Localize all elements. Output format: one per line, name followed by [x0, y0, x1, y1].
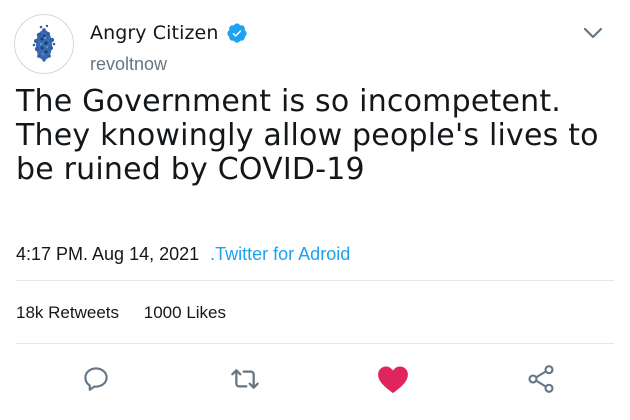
likes-count: 1000 [143, 303, 182, 322]
retweets-stat[interactable]: 18k Retweets [16, 303, 119, 323]
avatar-image [32, 24, 56, 62]
reply-button[interactable] [79, 362, 113, 396]
heart-icon [378, 366, 408, 394]
chevron-down-icon[interactable] [578, 18, 608, 48]
divider [16, 280, 614, 281]
display-name-text: Angry Citizen [90, 22, 219, 44]
likes-stat[interactable]: 1000 Likes [144, 303, 226, 323]
tweet-stats: 18k Retweets 1000 Likes [16, 303, 246, 323]
retweets-label: Retweets [48, 303, 120, 322]
verified-badge-icon [226, 22, 248, 44]
user-handle[interactable]: revoltnow [90, 54, 167, 75]
divider [16, 343, 614, 344]
speech-bubble-icon [84, 367, 108, 391]
like-button[interactable] [376, 362, 410, 396]
share-button[interactable] [524, 362, 558, 396]
user-display-name[interactable]: Angry Citizen [90, 22, 248, 44]
tweet-timestamp[interactable]: 4:17 PM. Aug 14, 2021 [16, 244, 199, 264]
avatar[interactable] [14, 14, 74, 74]
retweet-button[interactable] [228, 362, 262, 396]
retweet-arrows-icon [231, 369, 259, 389]
tweet-source[interactable]: .Twitter for Adroid [210, 244, 350, 264]
retweets-count: 18k [16, 303, 44, 322]
tweet-text: The Government is so incompetent. They k… [16, 84, 599, 187]
share-icon [528, 365, 554, 393]
likes-label: Likes [186, 303, 227, 322]
tweet-meta: 4:17 PM. Aug 14, 2021 .Twitter for Adroi… [16, 244, 350, 265]
